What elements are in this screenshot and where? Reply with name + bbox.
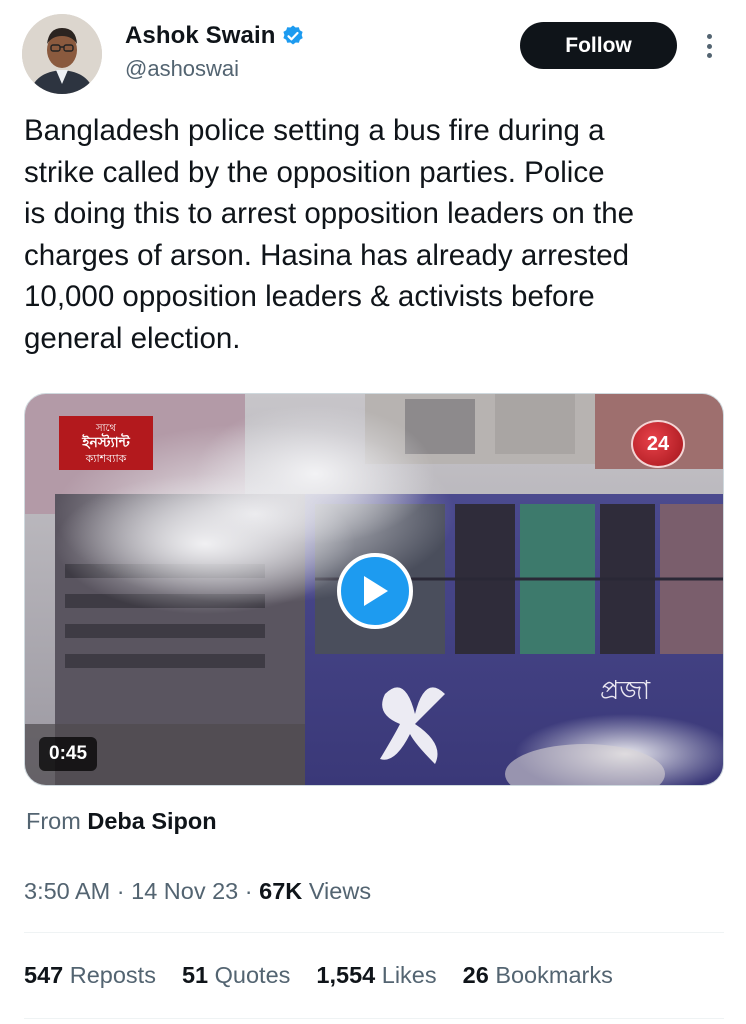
divider: [24, 932, 724, 933]
likes-stat[interactable]: 1,554 Likes: [316, 962, 436, 989]
verified-badge-icon: [283, 25, 304, 45]
video-attribution: From Deba Sipon: [26, 808, 217, 835]
likes-label: Likes: [381, 962, 437, 988]
reposts-stat[interactable]: 547 Reposts: [24, 962, 156, 989]
reposts-label: Reposts: [69, 962, 156, 988]
reposts-count: 547: [24, 962, 64, 988]
follow-button[interactable]: Follow: [520, 22, 677, 69]
bookmarks-label: Bookmarks: [495, 962, 613, 988]
more-vertical-icon[interactable]: [699, 30, 719, 62]
tweet-time[interactable]: 3:50 AM: [24, 878, 110, 904]
engagement-stats: 547 Reposts 51 Quotes 1,554 Likes 26 Boo…: [24, 962, 613, 989]
meta-separator: ·: [244, 878, 260, 904]
bookmarks-count: 26: [462, 962, 489, 988]
divider: [24, 1018, 724, 1019]
tweet-meta: 3:50 AM · 14 Nov 23 · 67K Views: [24, 878, 371, 905]
quotes-stat[interactable]: 51 Quotes: [182, 962, 290, 989]
channel-watermark: সাথে ইনস্ট্যান্ট ক্যাশব্যাক: [59, 416, 153, 470]
play-triangle: [364, 576, 388, 606]
channel-watermark-line2: ইনস্ট্যান্ট: [82, 434, 130, 451]
channel-watermark-line1: সাথে: [96, 422, 116, 434]
quotes-count: 51: [181, 962, 209, 988]
attribution-source-link[interactable]: Deba Sipon: [87, 808, 216, 834]
channel-24-logo: 24: [631, 420, 685, 468]
bookmarks-stat[interactable]: 26 Bookmarks: [463, 962, 613, 989]
author-handle[interactable]: @ashoswai: [125, 56, 239, 82]
channel-watermark-line3: ক্যাশব্যাক: [85, 451, 127, 465]
attribution-prefix: From: [26, 808, 81, 834]
tweet-text: Bangladesh police setting a bus fire dur…: [24, 114, 635, 355]
play-icon[interactable]: [337, 553, 413, 629]
avatar[interactable]: [22, 14, 102, 94]
views-label: Views: [308, 878, 372, 904]
video-duration: 0:45: [39, 737, 98, 771]
video-player[interactable]: প্রজা সাথে ইনস্ট্যান্ট ক্যাশব্যাক 24 0:4…: [24, 393, 724, 786]
meta-separator: ·: [116, 878, 132, 904]
author-name[interactable]: Ashok Swain: [125, 22, 275, 50]
likes-count: 1,554: [316, 962, 376, 988]
views-count: 67K: [259, 878, 303, 904]
quotes-label: Quotes: [214, 962, 291, 988]
tweet-header: Ashok Swain @ashoswai Follow: [0, 0, 746, 110]
avatar-image: [22, 14, 102, 94]
author-name-row[interactable]: Ashok Swain: [125, 22, 305, 50]
svg-text:প্রজা: প্রজা: [600, 676, 651, 706]
tweet-date[interactable]: 14 Nov 23: [131, 878, 238, 904]
